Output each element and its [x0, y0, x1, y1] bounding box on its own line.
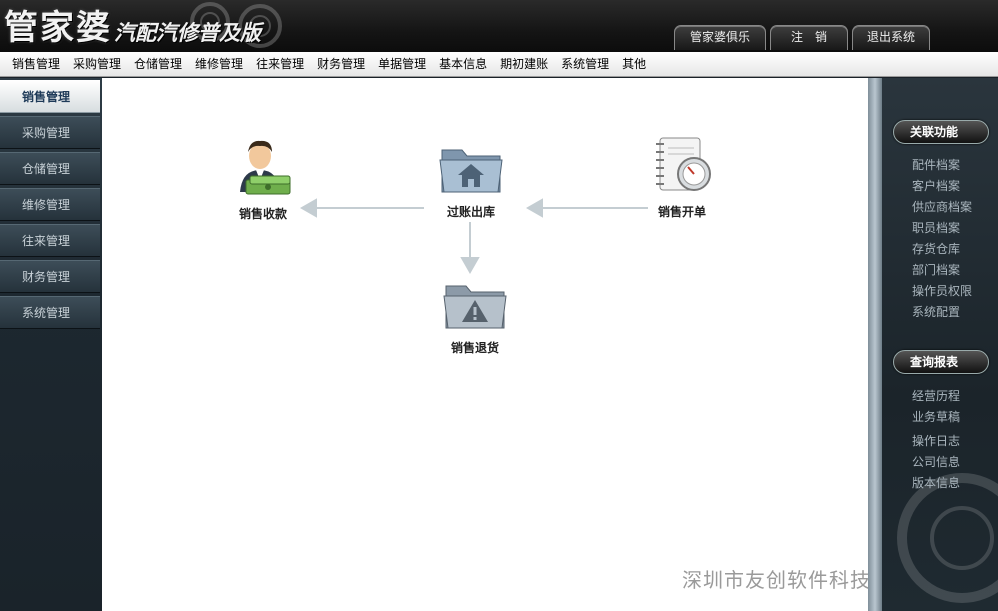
menu-item-warehouse[interactable]: 仓储管理 [128, 52, 189, 76]
app-logo: 管家婆 汽配汽修普及版 [4, 4, 261, 48]
flow-node-sales-order[interactable]: 销售开单 [647, 134, 717, 220]
top-button-group: 管家婆俱乐部 注 销 退出系统 [674, 25, 930, 50]
menu-item-repair[interactable]: 维修管理 [189, 52, 250, 76]
link-supplier-archive[interactable]: 供应商档案 [912, 198, 972, 215]
flow-node-sales-receipt[interactable]: 销售收款 [228, 136, 298, 222]
menu-item-purchase[interactable]: 采购管理 [67, 52, 128, 76]
flow-label-posting-outbound: 过账出库 [446, 205, 495, 219]
menu-item-basic-info[interactable]: 基本信息 [433, 52, 494, 76]
logo-main-text: 管家婆 [4, 8, 112, 48]
notebook-gauge-icon [656, 137, 711, 191]
link-system-config[interactable]: 系统配置 [912, 303, 960, 320]
flow-label-sales-receipt: 销售收款 [238, 207, 287, 221]
sidebar-item-purchase[interactable]: 采购管理 [0, 116, 100, 149]
flow-node-sales-return[interactable]: 销售退货 [440, 278, 510, 356]
flow-node-posting-outbound[interactable]: 过账出库 [436, 140, 506, 220]
link-version-info[interactable]: 版本信息 [912, 474, 960, 491]
exit-system-button[interactable]: 退出系统 [852, 25, 930, 50]
link-customer-archive[interactable]: 客户档案 [912, 177, 960, 194]
menu-item-system[interactable]: 系统管理 [555, 52, 616, 76]
flow-label-sales-return: 销售退货 [450, 341, 499, 355]
main-menu-bar: 销售管理 采购管理 仓储管理 维修管理 往来管理 财务管理 单据管理 基本信息 … [0, 52, 998, 77]
flow-label-sales-order: 销售开单 [657, 205, 706, 219]
related-functions-header: 关联功能 [893, 120, 989, 144]
main-content: 销售收款 过账出库 销售开单 销售退货 深圳市友创软件科技有限公司 [102, 78, 954, 611]
logout-button[interactable]: 注 销 [770, 25, 848, 50]
link-company-info[interactable]: 公司信息 [912, 453, 960, 470]
menu-item-other[interactable]: 其他 [616, 52, 653, 76]
sidebar-item-repair[interactable]: 维修管理 [0, 188, 100, 221]
query-reports-header: 查询报表 [893, 350, 989, 374]
link-parts-archive[interactable]: 配件档案 [912, 156, 960, 173]
link-department-archive[interactable]: 部门档案 [912, 261, 960, 278]
panel-divider [868, 78, 882, 611]
sidebar-item-system[interactable]: 系统管理 [0, 296, 100, 329]
menu-item-documents[interactable]: 单据管理 [372, 52, 433, 76]
sidebar-item-warehouse[interactable]: 仓储管理 [0, 152, 100, 185]
link-operator-permissions[interactable]: 操作员权限 [912, 282, 972, 299]
right-panel: 关联功能 配件档案 客户档案 供应商档案 职员档案 存货仓库 部门档案 操作员权… [882, 78, 998, 611]
link-business-drafts[interactable]: 业务草稿 [912, 408, 960, 425]
link-employee-archive[interactable]: 职员档案 [912, 219, 960, 236]
menu-item-finance[interactable]: 财务管理 [311, 52, 372, 76]
link-inventory-warehouse[interactable]: 存货仓库 [912, 240, 960, 257]
folder-warning-icon [443, 285, 507, 329]
left-sidebar: 销售管理 采购管理 仓储管理 维修管理 往来管理 财务管理 系统管理 [0, 78, 102, 611]
menu-item-opening[interactable]: 期初建账 [494, 52, 555, 76]
logo-sub-text: 汽配汽修普及版 [114, 21, 261, 45]
sidebar-item-sales[interactable]: 销售管理 [0, 80, 100, 113]
cashier-person-icon [240, 140, 291, 195]
arrow-head-outbound [525, 198, 543, 218]
menu-item-accounts[interactable]: 往来管理 [250, 52, 311, 76]
app-header: 管家婆 汽配汽修普及版 管家婆俱乐部 注 销 退出系统 [0, 0, 998, 52]
link-business-history[interactable]: 经营历程 [912, 387, 960, 404]
link-operation-log[interactable]: 操作日志 [912, 432, 960, 449]
arrow-head-receipt [299, 198, 317, 218]
club-button[interactable]: 管家婆俱乐部 [674, 25, 766, 50]
sidebar-item-accounts[interactable]: 往来管理 [0, 224, 100, 257]
sidebar-item-finance[interactable]: 财务管理 [0, 260, 100, 293]
folder-home-icon [439, 149, 503, 193]
arrow-head-return [460, 257, 480, 275]
menu-item-sales[interactable]: 销售管理 [6, 52, 67, 76]
